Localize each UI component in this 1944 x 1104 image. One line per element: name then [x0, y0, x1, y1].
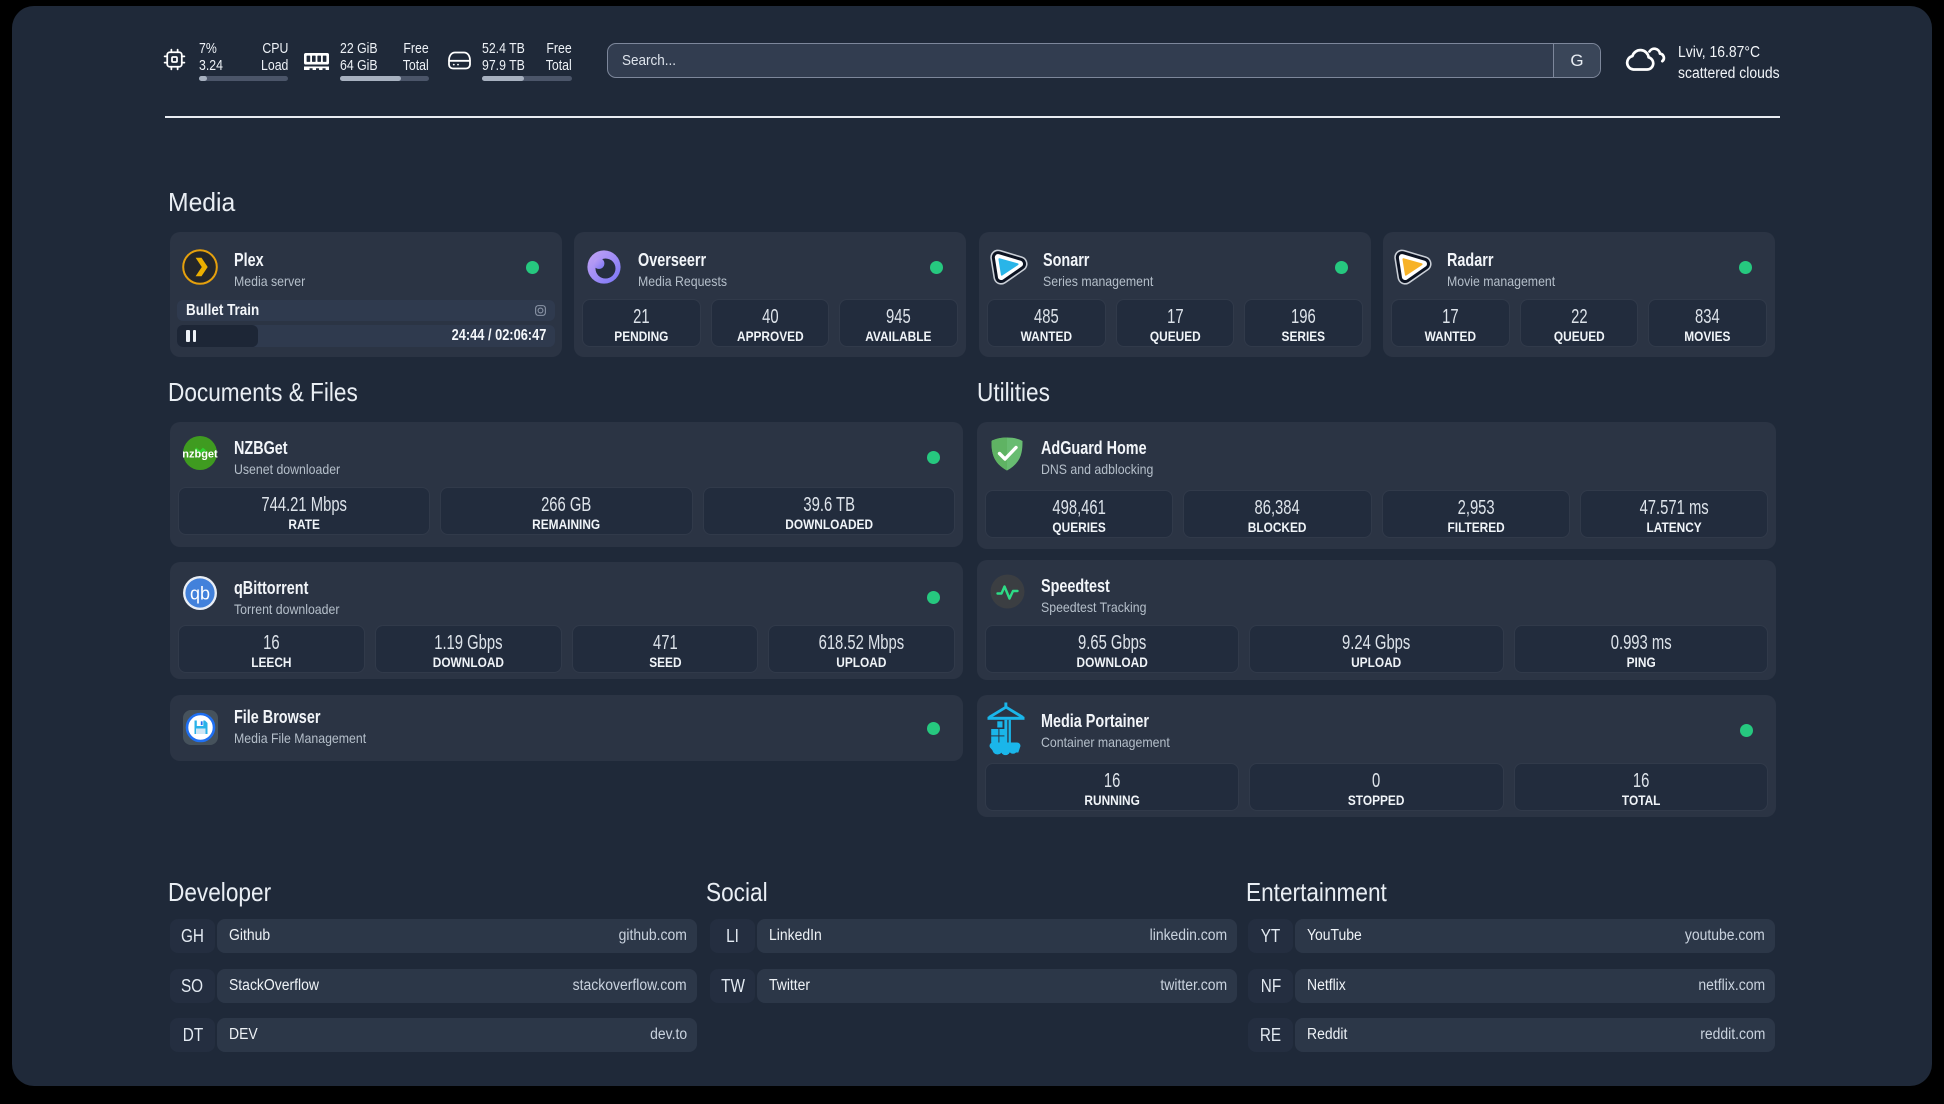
svg-text:qb: qb — [190, 584, 210, 604]
svg-text:nzbget: nzbget — [182, 449, 218, 461]
